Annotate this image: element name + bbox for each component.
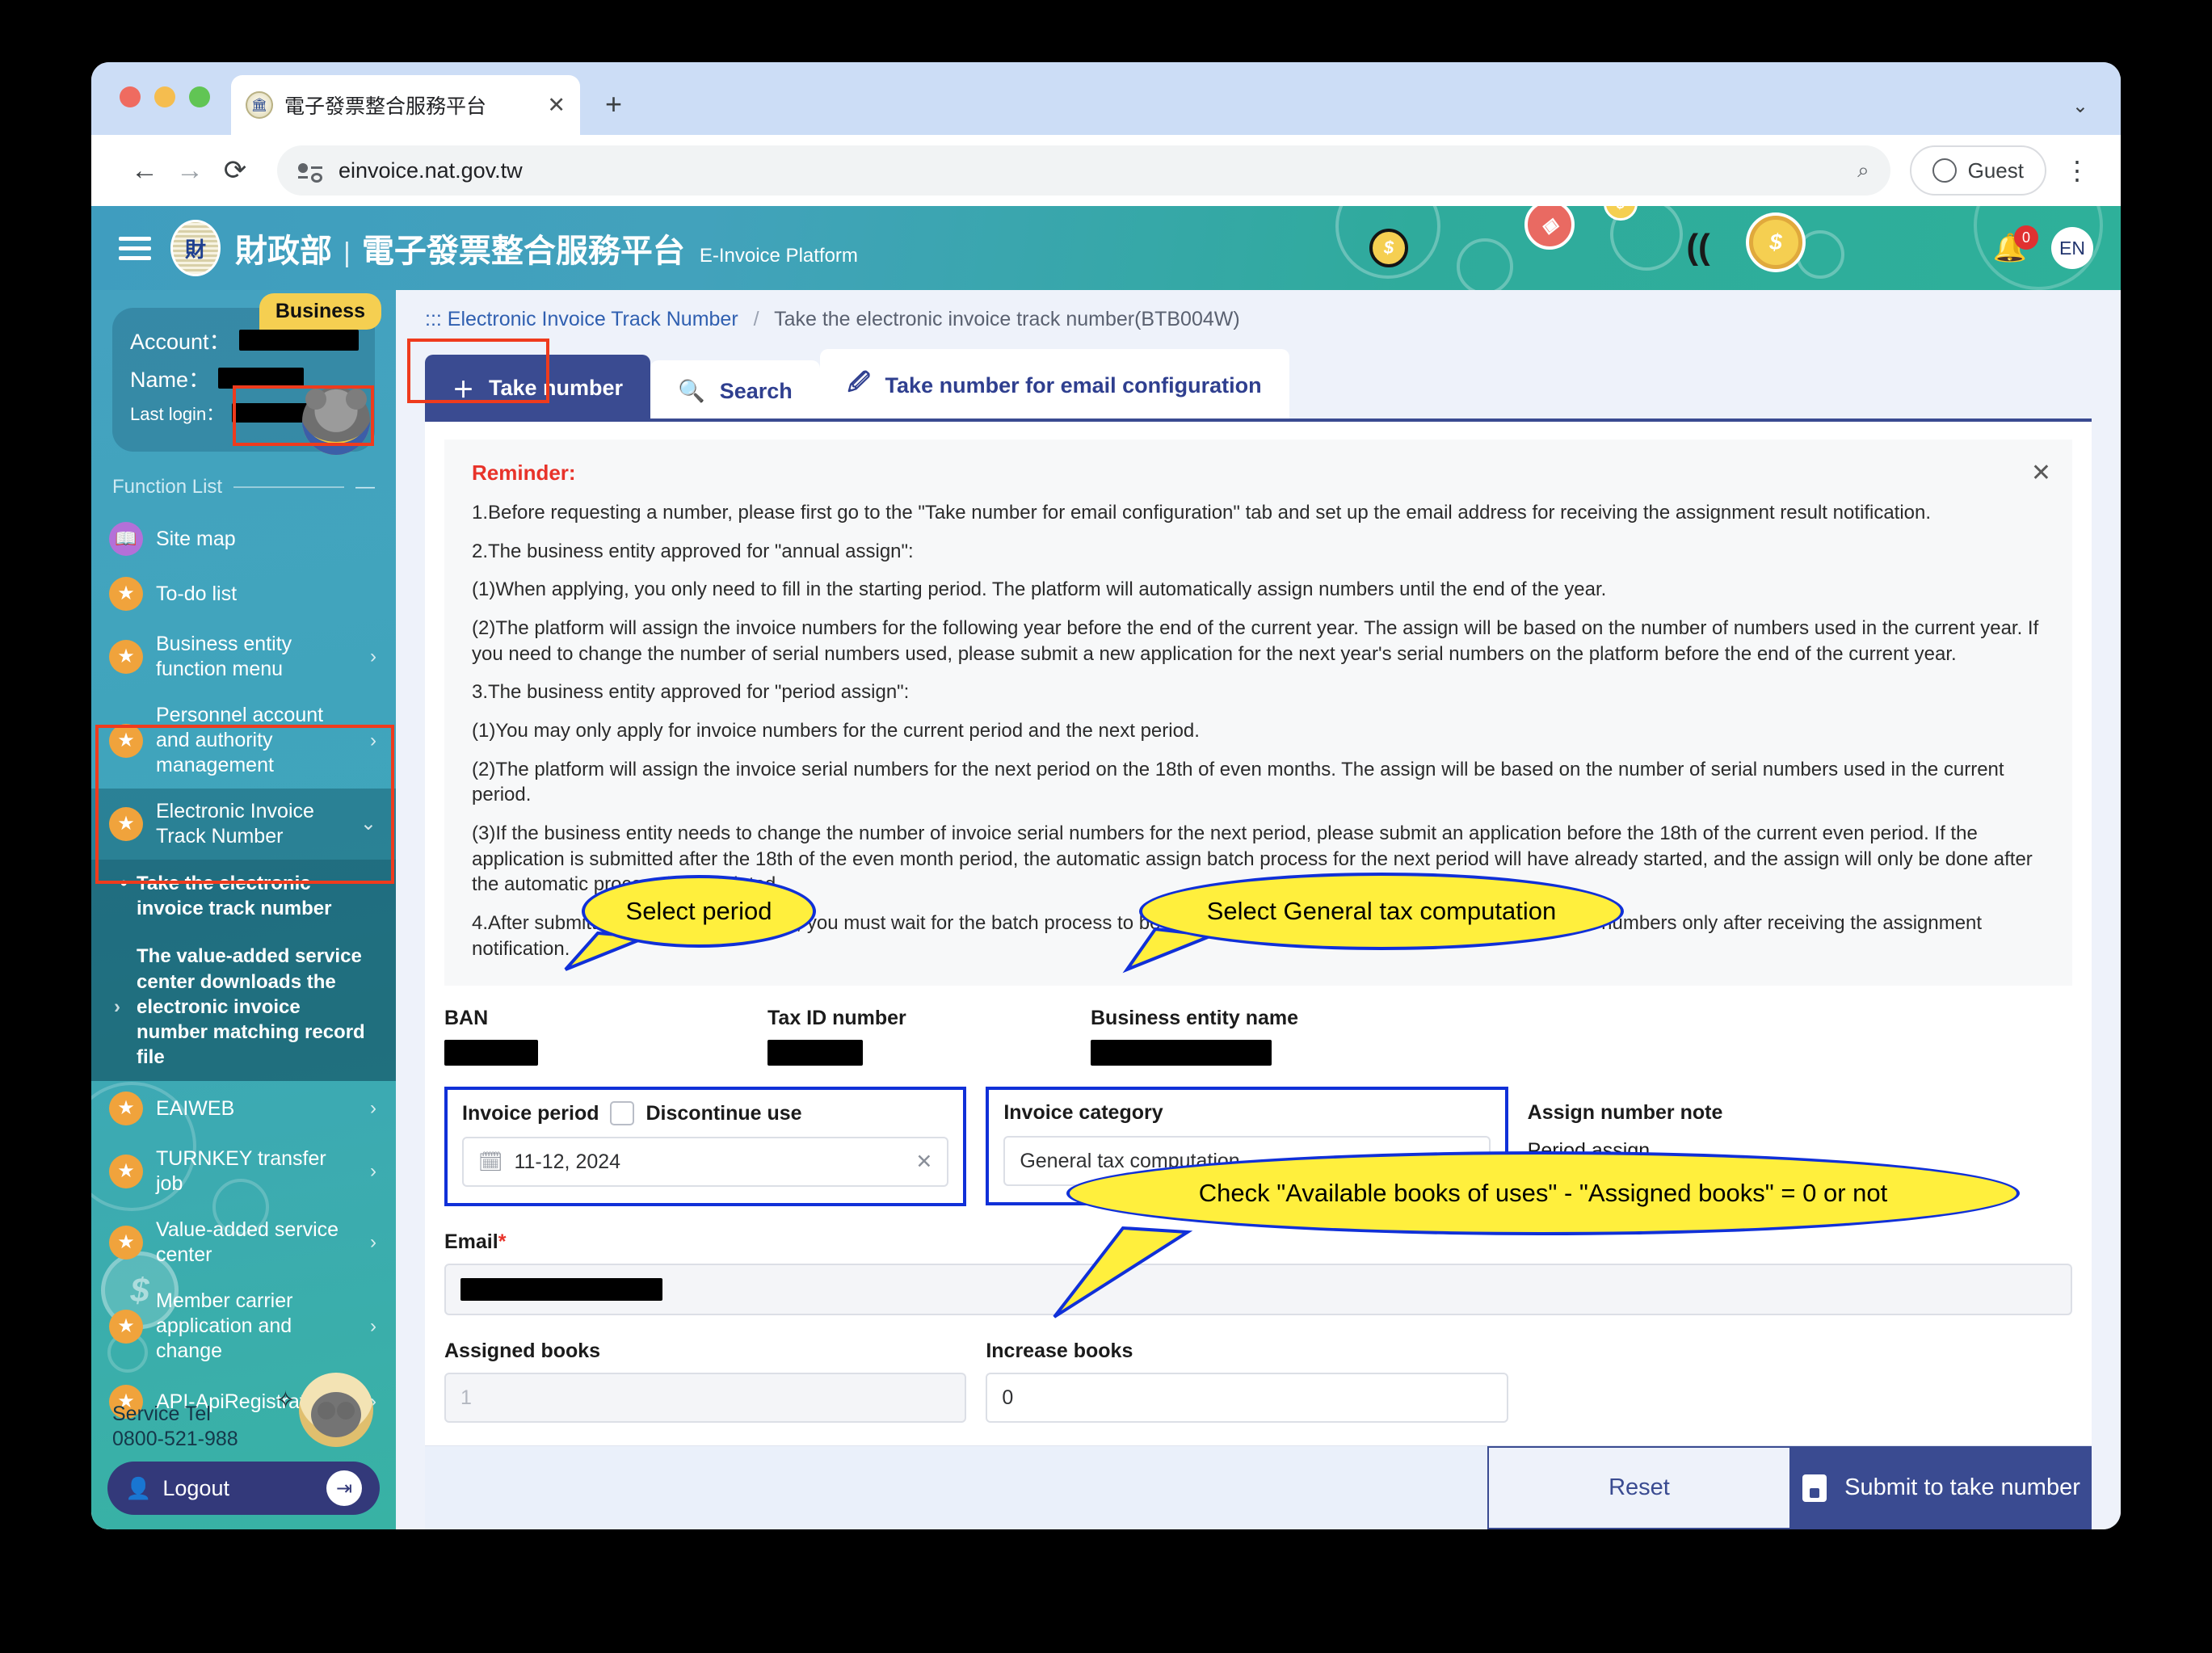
annotation-check-available-books: Check "Available books of uses" - "Assig… xyxy=(1066,1151,2020,1235)
annotation-select-general-tax-computation: Select General tax computation xyxy=(1139,873,1624,950)
callout-tail-1 xyxy=(564,927,1213,1319)
annotation-select-period: Select period xyxy=(582,875,816,948)
